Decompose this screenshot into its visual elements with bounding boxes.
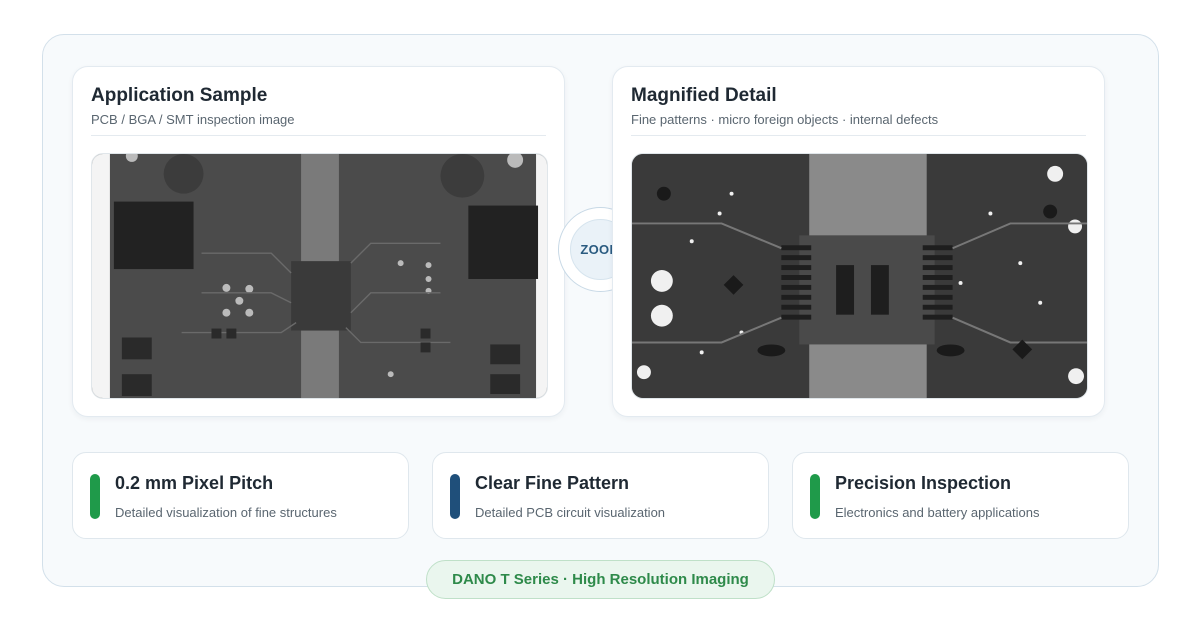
- application-sample-card: Application Sample PCB / BGA / SMT inspe…: [72, 66, 565, 417]
- feature-title: 0.2 mm Pixel Pitch: [115, 473, 274, 493]
- accent-bar: [810, 474, 820, 519]
- feature-description: Electronics and battery applications: [835, 505, 1040, 520]
- feature-description: Detailed visualization of fine structure…: [115, 505, 337, 520]
- pcb-xray-zoom-image: [631, 153, 1088, 399]
- feature-title: Clear Fine Pattern: [475, 473, 630, 493]
- feature-card-pixel-pitch: 0.2 mm Pixel Pitch Detailed visualizatio…: [72, 452, 409, 539]
- feature-description: Detailed PCB circuit visualization: [475, 505, 666, 520]
- card-title: Magnified Detail: [631, 85, 777, 106]
- accent-bar: [90, 474, 100, 519]
- accent-bar: [450, 474, 460, 519]
- feature-card-precision-inspection: Precision Inspection Electronics and bat…: [792, 452, 1129, 539]
- card-subtitle: PCB / BGA / SMT inspection image: [91, 112, 295, 127]
- magnified-detail-card: Magnified Detail Fine patterns · micro f…: [612, 66, 1105, 417]
- feature-title: Precision Inspection: [835, 473, 1012, 493]
- feature-card-fine-pattern: Clear Fine Pattern Detailed PCB circuit …: [432, 452, 769, 539]
- pcb-xray-image: [91, 153, 548, 399]
- divider: [91, 135, 546, 136]
- card-subtitle: Fine patterns · micro foreign objects · …: [631, 112, 939, 127]
- series-badge: DANO T Series · High Resolution Imaging: [426, 560, 775, 599]
- divider: [631, 135, 1086, 136]
- card-title: Application Sample: [91, 85, 268, 106]
